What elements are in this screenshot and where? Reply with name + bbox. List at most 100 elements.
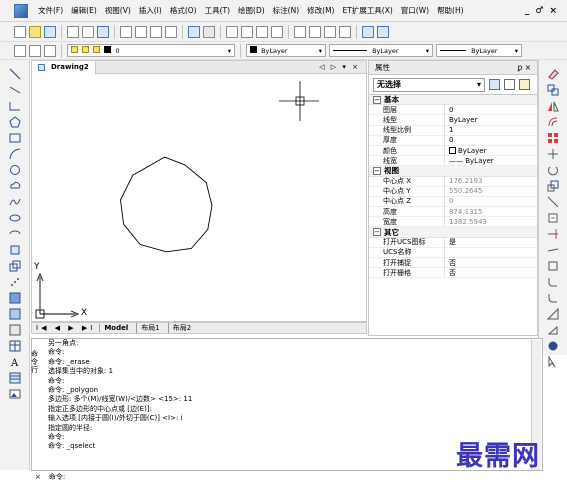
- color-dropdown[interactable]: ByLayer ▾: [246, 44, 326, 57]
- quick-select-icon[interactable]: [519, 79, 530, 90]
- document-tab-controls[interactable]: ◁ ▷ ▾ ×: [319, 63, 366, 71]
- ellipse-arc-icon[interactable]: [9, 228, 21, 240]
- property-row[interactable]: UCS名称: [369, 247, 537, 258]
- region-icon[interactable]: [9, 324, 21, 336]
- array-icon[interactable]: [547, 132, 559, 144]
- tab-drawing2[interactable]: Drawing2: [32, 60, 96, 74]
- property-row[interactable]: 中心点 Y 550.2645: [369, 186, 537, 197]
- property-value[interactable]: 176.2193: [445, 177, 482, 185]
- property-row[interactable]: 中心点 Z0: [369, 196, 537, 208]
- property-row[interactable]: 中心点 X 176.2193: [369, 176, 537, 187]
- revcloud-icon[interactable]: [9, 180, 21, 192]
- property-value[interactable]: 0: [445, 136, 453, 144]
- property-value[interactable]: ByLayer: [445, 116, 477, 124]
- hatch-icon[interactable]: [9, 292, 21, 304]
- ellipse-icon[interactable]: [9, 212, 21, 224]
- layer-state-icon[interactable]: [29, 44, 41, 57]
- property-row[interactable]: 线型 ByLayer: [369, 115, 537, 126]
- properties-icon[interactable]: [294, 25, 306, 38]
- layer-manager-icon[interactable]: [14, 44, 26, 57]
- rotate-icon[interactable]: [547, 164, 559, 176]
- property-value[interactable]: 874.1315: [445, 208, 482, 216]
- help-icon[interactable]: [377, 25, 389, 38]
- property-value[interactable]: 550.2645: [445, 187, 482, 195]
- trim-icon[interactable]: [547, 212, 559, 224]
- fillet-icon[interactable]: [547, 292, 559, 304]
- menu-dimension[interactable]: 标注(N): [269, 5, 303, 16]
- tab-model[interactable]: Model: [99, 324, 132, 332]
- erase-icon[interactable]: [547, 68, 559, 80]
- property-value[interactable]: ByLayer: [445, 147, 486, 155]
- close-button[interactable]: ×: [549, 6, 557, 16]
- menu-view[interactable]: 视图(V): [101, 5, 135, 16]
- design-center-icon[interactable]: [309, 25, 321, 38]
- publish-icon[interactable]: [97, 25, 109, 38]
- table-icon[interactable]: [9, 340, 21, 352]
- lengthen-icon[interactable]: [547, 324, 559, 336]
- property-row[interactable]: 图层 0: [369, 105, 537, 116]
- linetype-dropdown[interactable]: ByLayer ▾: [329, 44, 433, 57]
- stretch-icon[interactable]: [547, 196, 559, 208]
- mirror-icon[interactable]: [547, 100, 559, 112]
- app-logo-icon[interactable]: [14, 3, 28, 18]
- print-icon[interactable]: [67, 25, 79, 38]
- move-icon[interactable]: [547, 148, 559, 160]
- print-preview-icon[interactable]: [82, 25, 94, 38]
- match-properties-icon[interactable]: [165, 25, 177, 38]
- property-group[interactable]: − 其它: [369, 227, 537, 238]
- arc-icon[interactable]: [9, 148, 21, 160]
- properties-title-controls[interactable]: ꝑ ×: [518, 63, 531, 72]
- sphere-icon[interactable]: [547, 340, 559, 352]
- make-block-icon[interactable]: [9, 260, 21, 272]
- zoom-previous-icon[interactable]: [271, 25, 283, 38]
- polyline-icon[interactable]: [9, 100, 21, 112]
- point-icon[interactable]: [9, 276, 21, 288]
- scale-icon[interactable]: [547, 180, 559, 192]
- spline-icon[interactable]: [9, 196, 21, 208]
- collapse-toggle-icon[interactable]: −: [373, 228, 381, 237]
- property-row[interactable]: 打开UCS图标是: [369, 237, 537, 248]
- property-row[interactable]: 打开栅格否: [369, 268, 537, 279]
- property-value[interactable]: 1: [445, 126, 453, 134]
- property-group[interactable]: − 视图: [369, 166, 537, 177]
- layer-dropdown[interactable]: 0 ▾: [67, 44, 235, 57]
- collapse-toggle-icon[interactable]: −: [373, 166, 381, 175]
- tool-palette-icon[interactable]: [324, 25, 336, 38]
- menu-modify[interactable]: 修改(M): [303, 5, 338, 16]
- cut-icon[interactable]: [120, 25, 132, 38]
- property-value[interactable]: 1382.5943: [445, 218, 487, 226]
- break-icon[interactable]: [547, 244, 559, 256]
- pointer-icon[interactable]: [547, 356, 559, 368]
- property-value[interactable]: 否: [445, 268, 456, 278]
- explode-icon[interactable]: [547, 308, 559, 320]
- property-row[interactable]: 颜色 ByLayer: [369, 145, 537, 157]
- property-row[interactable]: 厚度 0: [369, 135, 537, 146]
- toggle-pickadd-icon[interactable]: [489, 79, 500, 90]
- paste-icon[interactable]: [150, 25, 162, 38]
- menu-file[interactable]: 文件(F): [34, 5, 67, 16]
- menu-edit[interactable]: 编辑(E): [67, 5, 101, 16]
- property-value[interactable]: 0: [445, 197, 453, 205]
- save-icon[interactable]: [44, 25, 56, 38]
- layer-previous-icon[interactable]: [44, 44, 56, 57]
- offset-icon[interactable]: [547, 116, 559, 128]
- open-folder-icon[interactable]: [29, 25, 41, 38]
- command-close-icon[interactable]: ×: [35, 473, 41, 481]
- insert-block-icon[interactable]: [9, 244, 21, 256]
- property-value[interactable]: 否: [445, 258, 456, 268]
- image-icon[interactable]: [9, 388, 21, 400]
- extend-icon[interactable]: [547, 228, 559, 240]
- gradient-icon[interactable]: [9, 308, 21, 320]
- line-icon[interactable]: [9, 68, 21, 80]
- menu-format[interactable]: 格式(O): [166, 5, 201, 16]
- menu-et-tools[interactable]: ET扩展工具(X): [338, 5, 396, 16]
- property-row[interactable]: 打开捕捉否: [369, 258, 537, 269]
- hendecagon-shape[interactable]: [120, 156, 213, 253]
- menu-tools[interactable]: 工具(T): [201, 5, 234, 16]
- property-group[interactable]: − 基本: [369, 95, 537, 106]
- chamfer-icon[interactable]: [547, 276, 559, 288]
- copy-icon[interactable]: [135, 25, 147, 38]
- construction-line-icon[interactable]: [9, 84, 21, 96]
- property-row[interactable]: 高度 874.1315: [369, 207, 537, 218]
- tab-layout1[interactable]: 布局1: [136, 323, 163, 333]
